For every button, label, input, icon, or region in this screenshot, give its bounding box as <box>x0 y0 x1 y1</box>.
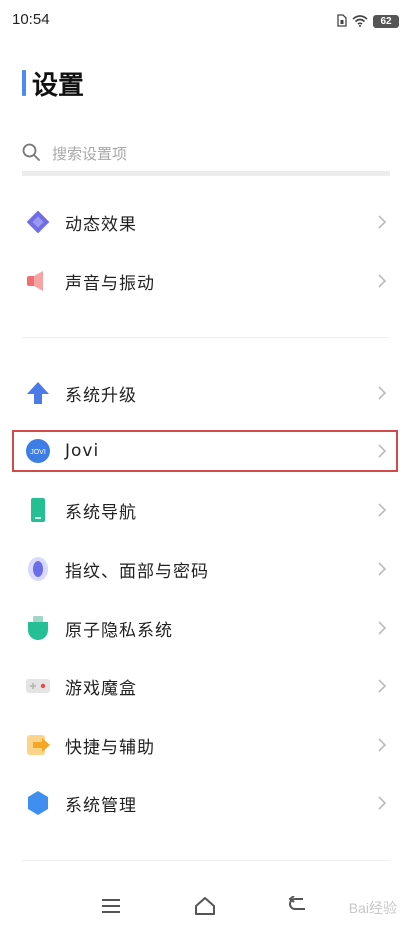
home-icon[interactable] <box>194 896 216 916</box>
settings-item-shortcuts-accessibility[interactable]: 快捷与辅助 <box>0 716 413 774</box>
chevron-right-icon <box>377 678 387 694</box>
search-icon <box>22 143 40 165</box>
menu-icon[interactable] <box>101 898 121 914</box>
back-icon[interactable] <box>289 896 309 916</box>
search-placeholder: 搜索设置项 <box>52 145 128 163</box>
settings-item-atomic-privacy[interactable]: 原子隐私系统 <box>0 599 413 657</box>
settings-item-label: 原子隐私系统 <box>65 620 173 641</box>
settings-item-game-box[interactable]: 游戏魔盒 <box>0 657 413 715</box>
chevron-right-icon <box>377 502 387 518</box>
chevron-right-icon <box>377 214 387 230</box>
status-time: 10:54 <box>12 11 50 28</box>
shield-icon <box>24 614 52 642</box>
status-icons: 62 <box>337 12 399 31</box>
phone-icon <box>24 496 52 524</box>
chevron-right-icon <box>377 795 387 811</box>
page-title: 设置 <box>22 66 85 101</box>
chevron-right-icon <box>377 273 387 289</box>
settings-item-label: 系统导航 <box>65 502 137 523</box>
chevron-right-icon <box>377 385 387 401</box>
settings-item-label: 系统管理 <box>65 795 137 816</box>
shortcut-arrow-icon <box>24 731 52 759</box>
arrow-up-icon <box>24 379 52 407</box>
hexagon-icon <box>24 789 52 817</box>
section-divider <box>22 860 390 861</box>
settings-item-system-update[interactable]: 系统升级 <box>0 364 413 422</box>
settings-item-sound-vibration[interactable]: 声音与振动 <box>0 252 413 310</box>
settings-item-system-navigation[interactable]: 系统导航 <box>0 481 413 539</box>
navigation-bar: Bai经验 <box>0 880 413 930</box>
gamepad-icon <box>24 672 52 700</box>
settings-item-fingerprint-face-password[interactable]: 指纹、面部与密码 <box>0 540 413 598</box>
page-title-text: 设置 <box>32 70 85 101</box>
settings-item-label: 快捷与辅助 <box>65 737 155 758</box>
chevron-right-icon <box>377 620 387 636</box>
chevron-right-icon <box>377 561 387 577</box>
settings-item-label: 动态效果 <box>65 214 137 235</box>
highlight-box <box>12 430 398 472</box>
fingerprint-icon <box>24 555 52 583</box>
settings-item-label: 指纹、面部与密码 <box>65 561 209 582</box>
watermark-text: Bai经验 <box>348 900 397 916</box>
status-bar: 10:54 62 <box>0 0 413 40</box>
settings-item-label: 系统升级 <box>65 385 137 406</box>
wifi-icon <box>352 12 368 31</box>
search-input[interactable]: 搜索设置项 <box>22 136 390 176</box>
chevron-right-icon <box>377 737 387 753</box>
speaker-icon <box>24 267 52 295</box>
settings-item-system-management[interactable]: 系统管理 <box>0 774 413 832</box>
diamond-icon <box>24 208 52 236</box>
settings-item-label: 游戏魔盒 <box>65 678 137 699</box>
settings-item-label: 声音与振动 <box>65 273 155 294</box>
battery-indicator: 62 <box>373 15 399 28</box>
sim-card-icon <box>337 12 347 31</box>
settings-item-dynamic-effects[interactable]: 动态效果 <box>0 193 413 251</box>
title-accent-bar <box>22 70 26 96</box>
section-divider <box>22 337 390 338</box>
